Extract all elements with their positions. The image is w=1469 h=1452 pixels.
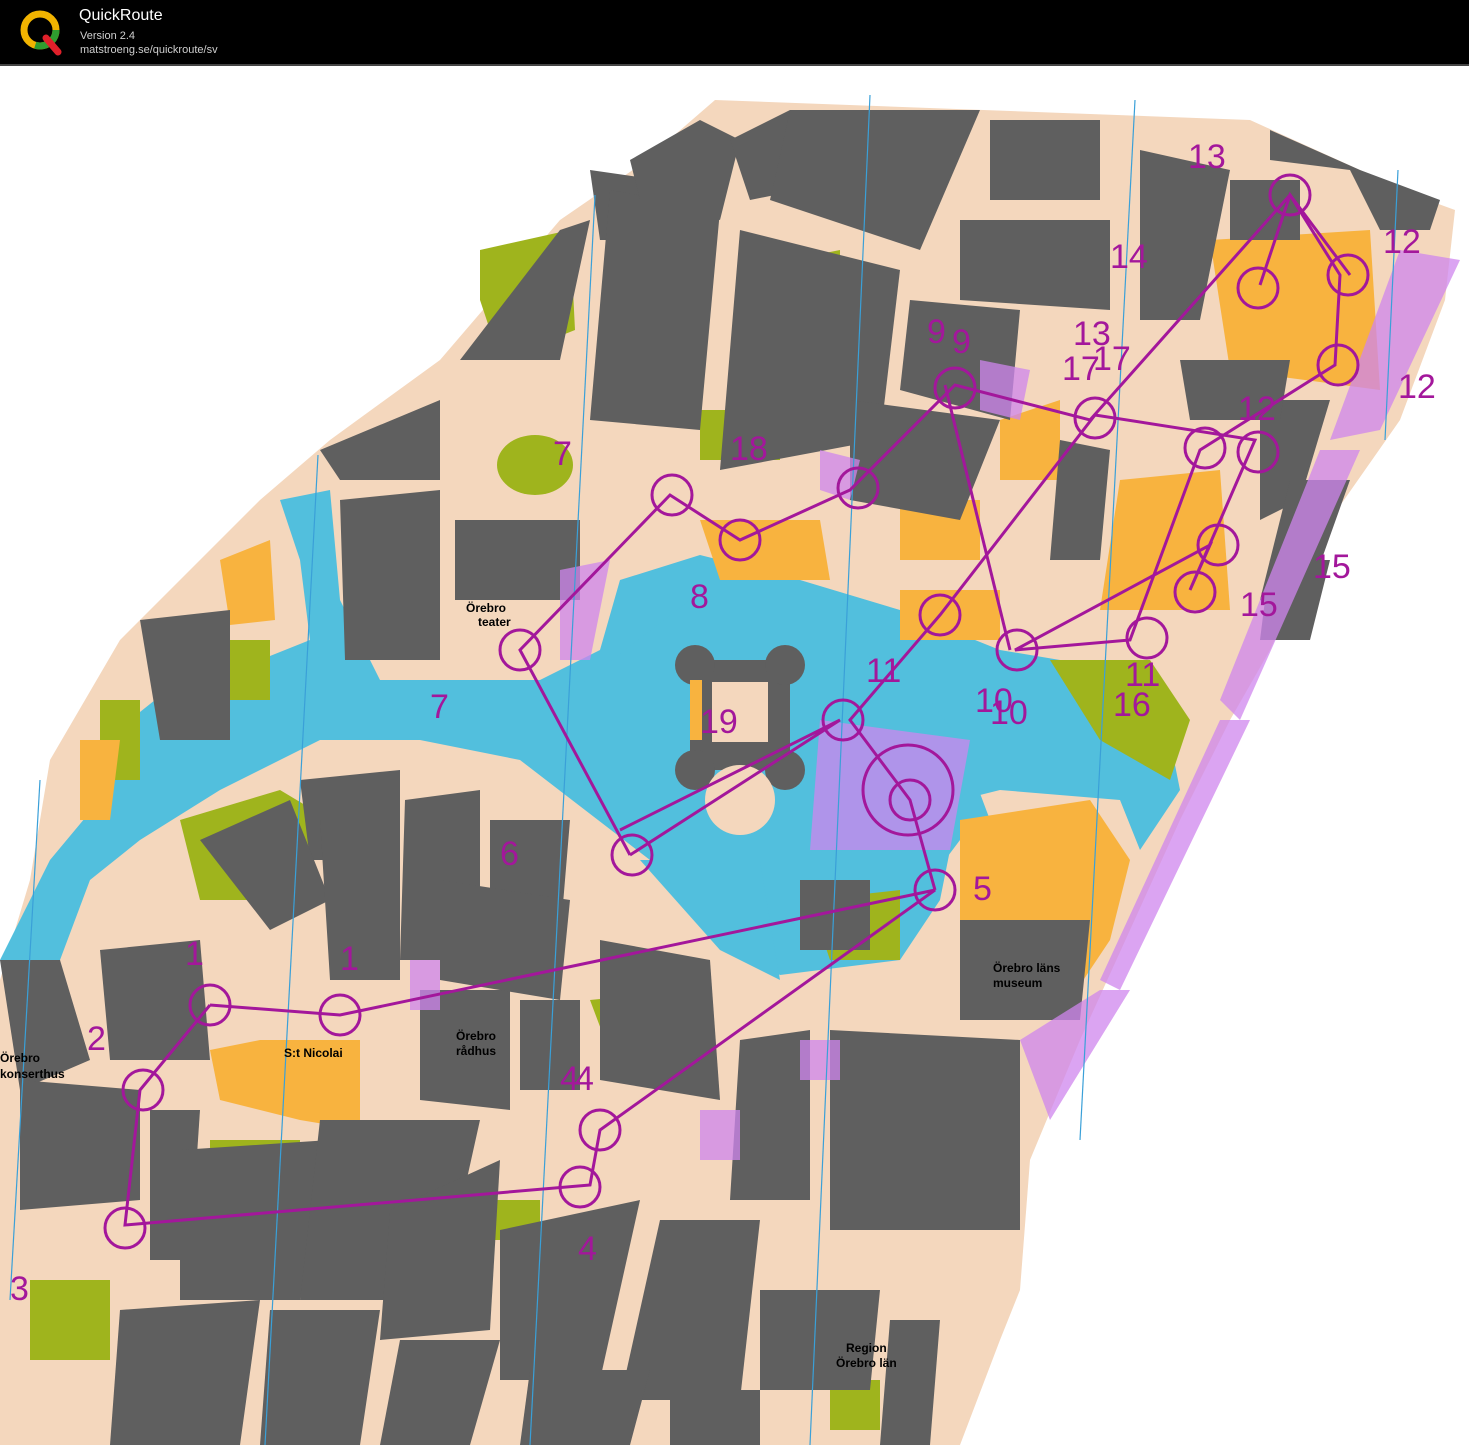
control-number: 7 bbox=[553, 435, 572, 473]
region-label: Region bbox=[846, 1341, 887, 1355]
control-number: 9 bbox=[952, 323, 971, 361]
control-number: 15 bbox=[1240, 586, 1278, 624]
control-number: 9 bbox=[927, 313, 946, 351]
church-label: S:t Nicolai bbox=[284, 1046, 343, 1060]
control-number: 14 bbox=[1110, 238, 1148, 276]
control-number: 12 bbox=[1398, 368, 1436, 406]
theatre-label: teater bbox=[478, 615, 511, 629]
region-label: Örebro län bbox=[836, 1355, 897, 1370]
theatre-label: Örebro bbox=[466, 600, 506, 615]
town-hall-label: Örebro bbox=[456, 1028, 496, 1043]
control-number: 5 bbox=[973, 870, 992, 908]
town-hall-label: rådhus bbox=[456, 1044, 496, 1058]
quickroute-logo-icon bbox=[20, 10, 62, 56]
control-number: 8 bbox=[690, 578, 709, 616]
control-number: 2 bbox=[87, 1020, 106, 1058]
control-number: 4 bbox=[575, 1060, 594, 1098]
control-number: 16 bbox=[1113, 686, 1151, 724]
orienteering-map[interactable]: 1 1 2 3 4 4 4 5 6 7 7 8 9 9 10 10 11 11 … bbox=[0, 66, 1469, 1447]
map-viewport[interactable]: 1 1 2 3 4 4 4 5 6 7 7 8 9 9 10 10 11 11 … bbox=[0, 64, 1469, 1447]
title-bar: QuickRoute Version 2.4 matstroeng.se/qui… bbox=[0, 0, 1469, 64]
concert-hall-label: Örebro bbox=[0, 1050, 40, 1065]
control-number: 3 bbox=[10, 1270, 29, 1308]
control-number: 15 bbox=[1313, 548, 1351, 586]
control-number: 10 bbox=[990, 694, 1028, 732]
museum-label: Örebro läns bbox=[993, 960, 1061, 975]
control-number: 7 bbox=[430, 688, 449, 726]
control-number: 6 bbox=[500, 835, 519, 873]
museum-label: museum bbox=[993, 976, 1042, 990]
app-version: Version 2.4 bbox=[80, 30, 136, 42]
control-number: 19 bbox=[700, 703, 738, 741]
control-number: 18 bbox=[730, 430, 768, 468]
control-number: 17 bbox=[1093, 340, 1131, 378]
app-title: QuickRoute bbox=[79, 7, 163, 24]
app-url: matstroeng.se/quickroute/sv bbox=[80, 44, 218, 56]
control-number: 4 bbox=[578, 1230, 597, 1268]
control-number: 11 bbox=[866, 652, 901, 690]
concert-hall-label: konserthus bbox=[0, 1067, 65, 1081]
control-number: 12 bbox=[1238, 390, 1276, 428]
control-number: 12 bbox=[1383, 223, 1421, 261]
control-number: 1 bbox=[185, 935, 204, 973]
control-number: 13 bbox=[1188, 138, 1226, 176]
control-number: 1 bbox=[340, 940, 359, 978]
